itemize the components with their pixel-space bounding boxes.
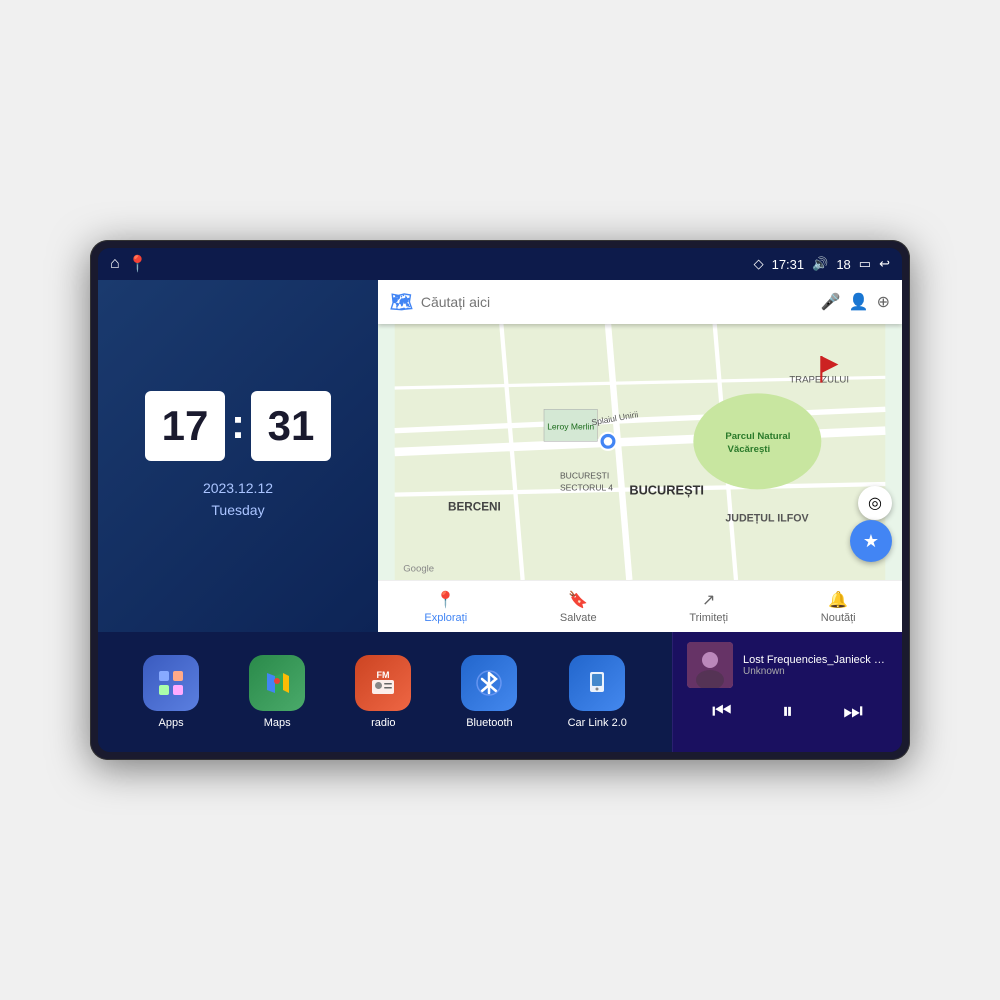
map-search-input[interactable] — [421, 294, 813, 310]
svg-text:Leroy Merlin: Leroy Merlin — [547, 422, 594, 432]
app-icon-radio[interactable]: FM radio — [355, 655, 411, 729]
svg-text:BERCENI: BERCENI — [448, 501, 501, 514]
home-icon[interactable]: ⌂ — [110, 255, 120, 273]
news-icon: 🔔 — [828, 590, 848, 610]
svg-text:Google: Google — [403, 563, 434, 574]
app-icon-maps[interactable]: Maps — [249, 655, 305, 729]
status-right: ◇ 17:31 🔊 18 ▭ ↩ — [754, 256, 890, 272]
music-next-button[interactable]: ⏭ — [843, 700, 863, 722]
music-info-row: Lost Frequencies_Janieck Devy-... Unknow… — [687, 642, 888, 688]
main-content: 17 : 31 2023.12.12 Tuesday 🗺 — [98, 280, 902, 752]
map-nav-send[interactable]: ↗ Trimiteți — [689, 590, 728, 624]
clock-panel: 17 : 31 2023.12.12 Tuesday — [98, 280, 378, 632]
send-icon: ↗ — [702, 590, 715, 610]
account-icon[interactable]: 👤 — [849, 292, 869, 312]
explore-icon: 📍 — [436, 590, 456, 610]
svg-text:TRAPEZULUI: TRAPEZULUI — [789, 375, 849, 386]
saved-label: Salvate — [560, 612, 597, 624]
music-title: Lost Frequencies_Janieck Devy-... — [743, 654, 888, 666]
carlink-icon — [569, 655, 625, 711]
radio-label: radio — [371, 717, 395, 729]
clock-display: 17 : 31 — [145, 391, 331, 461]
map-nav-news[interactable]: 🔔 Noutăți — [821, 590, 856, 624]
device-frame: ⌂ 📍 ◇ 17:31 🔊 18 ▭ ↩ 17 : — [90, 240, 910, 760]
music-controls: ⏮ ⏸ ⏭ — [687, 700, 888, 722]
map-navigate-button[interactable]: ★ — [850, 520, 892, 562]
saved-icon: 🔖 — [568, 590, 588, 610]
explore-label: Explorați — [424, 612, 467, 624]
svg-text:BUCUREȘTI: BUCUREȘTI — [629, 483, 704, 498]
status-time: 17:31 — [772, 257, 805, 272]
map-svg: Parcul Natural Văcărești Leroy Merlin BE… — [378, 324, 902, 580]
map-nav-saved[interactable]: 🔖 Salvate — [560, 590, 597, 624]
battery-level: 18 — [836, 257, 850, 272]
clock-hour: 17 — [145, 391, 225, 461]
layers-icon[interactable]: ⊕ — [877, 292, 890, 312]
clock-date: 2023.12.12 Tuesday — [203, 477, 273, 522]
send-label: Trimiteți — [689, 612, 728, 624]
bottom-section: Apps Maps — [98, 632, 902, 752]
volume-icon: 🔊 — [812, 256, 828, 272]
app-icon-bluetooth[interactable]: Bluetooth — [461, 655, 517, 729]
maps-label: Maps — [264, 717, 291, 729]
app-icon-apps[interactable]: Apps — [143, 655, 199, 729]
map-search-actions: 🎤 👤 ⊕ — [821, 292, 890, 312]
news-label: Noutăți — [821, 612, 856, 624]
carlink-label: Car Link 2.0 — [568, 717, 627, 729]
app-icons-panel: Apps Maps — [98, 632, 672, 752]
status-left: ⌂ 📍 — [110, 254, 148, 274]
map-area[interactable]: Parcul Natural Văcărești Leroy Merlin BE… — [378, 324, 902, 580]
music-artist: Unknown — [743, 666, 888, 677]
battery-icon: ▭ — [859, 256, 871, 272]
map-search-bar: 🗺 🎤 👤 ⊕ — [378, 280, 902, 324]
svg-text:Văcărești: Văcărești — [727, 444, 770, 455]
back-icon[interactable]: ↩ — [879, 256, 890, 272]
bluetooth-label: Bluetooth — [466, 717, 512, 729]
app-icon-carlink[interactable]: Car Link 2.0 — [568, 655, 627, 729]
svg-text:JUDEȚUL ILFOV: JUDEȚUL ILFOV — [725, 512, 809, 524]
radio-icon: FM — [355, 655, 411, 711]
apps-label: Apps — [159, 717, 184, 729]
map-nav-explore[interactable]: 📍 Explorați — [424, 590, 467, 624]
clock-colon: : — [231, 400, 245, 448]
maps-icon — [249, 655, 305, 711]
map-my-location-button[interactable]: ◎ — [858, 486, 892, 520]
music-prev-button[interactable]: ⏮ — [712, 700, 732, 722]
signal-icon: ◇ — [754, 256, 764, 272]
svg-text:BUCUREȘTI: BUCUREȘTI — [560, 471, 609, 481]
svg-text:SECTORUL 4: SECTORUL 4 — [560, 482, 613, 492]
google-maps-logo: 🗺 — [390, 292, 413, 313]
mic-icon[interactable]: 🎤 — [821, 292, 841, 312]
music-play-button[interactable]: ⏸ — [782, 700, 793, 722]
screen: ⌂ 📍 ◇ 17:31 🔊 18 ▭ ↩ 17 : — [98, 248, 902, 752]
status-bar: ⌂ 📍 ◇ 17:31 🔊 18 ▭ ↩ — [98, 248, 902, 280]
music-panel: Lost Frequencies_Janieck Devy-... Unknow… — [672, 632, 902, 752]
clock-minute: 31 — [251, 391, 331, 461]
apps-icon — [143, 655, 199, 711]
top-section: 17 : 31 2023.12.12 Tuesday 🗺 — [98, 280, 902, 632]
svg-text:Parcul Natural: Parcul Natural — [725, 431, 790, 442]
map-panel[interactable]: 🗺 🎤 👤 ⊕ — [378, 280, 902, 632]
music-thumbnail — [687, 642, 733, 688]
maps-shortcut-icon[interactable]: 📍 — [128, 254, 148, 274]
map-bottom-bar: 📍 Explorați 🔖 Salvate ↗ Trimiteți 🔔 — [378, 580, 902, 632]
svg-text:FM: FM — [377, 670, 390, 680]
music-text: Lost Frequencies_Janieck Devy-... Unknow… — [743, 654, 888, 677]
bluetooth-icon — [461, 655, 517, 711]
